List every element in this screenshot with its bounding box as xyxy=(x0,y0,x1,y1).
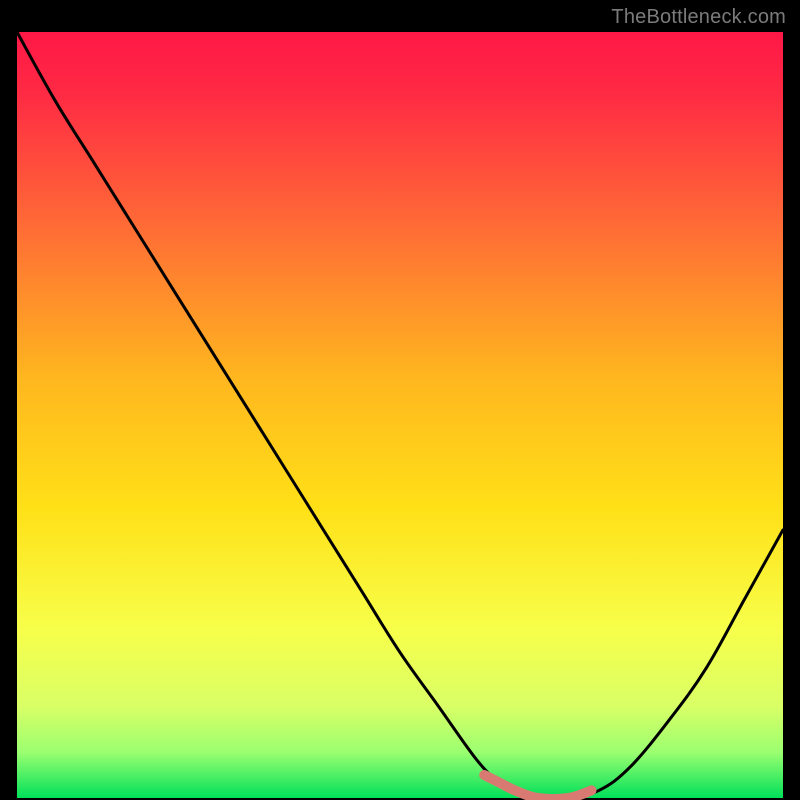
chart-svg xyxy=(0,0,800,800)
chart-stage: TheBottleneck.com xyxy=(0,0,800,800)
plot-area xyxy=(17,32,783,798)
watermark-text: TheBottleneck.com xyxy=(611,6,786,29)
